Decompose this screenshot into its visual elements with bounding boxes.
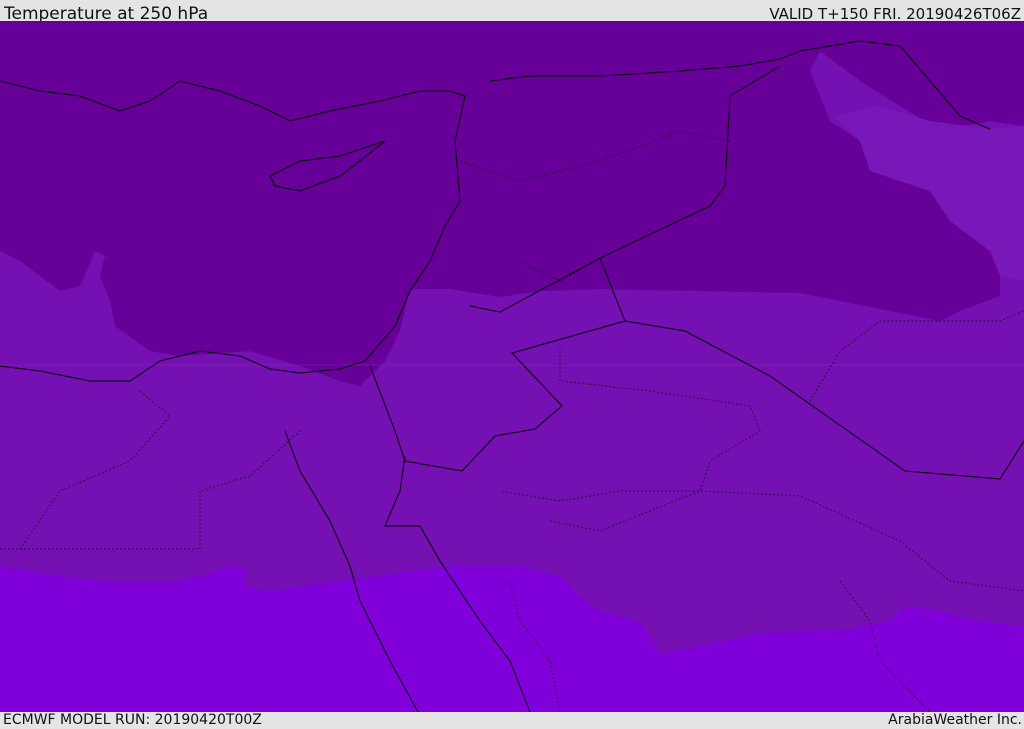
- temperature-map: [0, 21, 1024, 712]
- model-run: ECMWF MODEL RUN: 20190420T00Z: [3, 712, 262, 728]
- footer-bar: ECMWF MODEL RUN: 20190420T00Z ArabiaWeat…: [0, 712, 1024, 729]
- header-bar: Temperature at 250 hPa VALID T+150 FRI. …: [0, 0, 1024, 24]
- credit-label: ArabiaWeather Inc.: [888, 712, 1022, 728]
